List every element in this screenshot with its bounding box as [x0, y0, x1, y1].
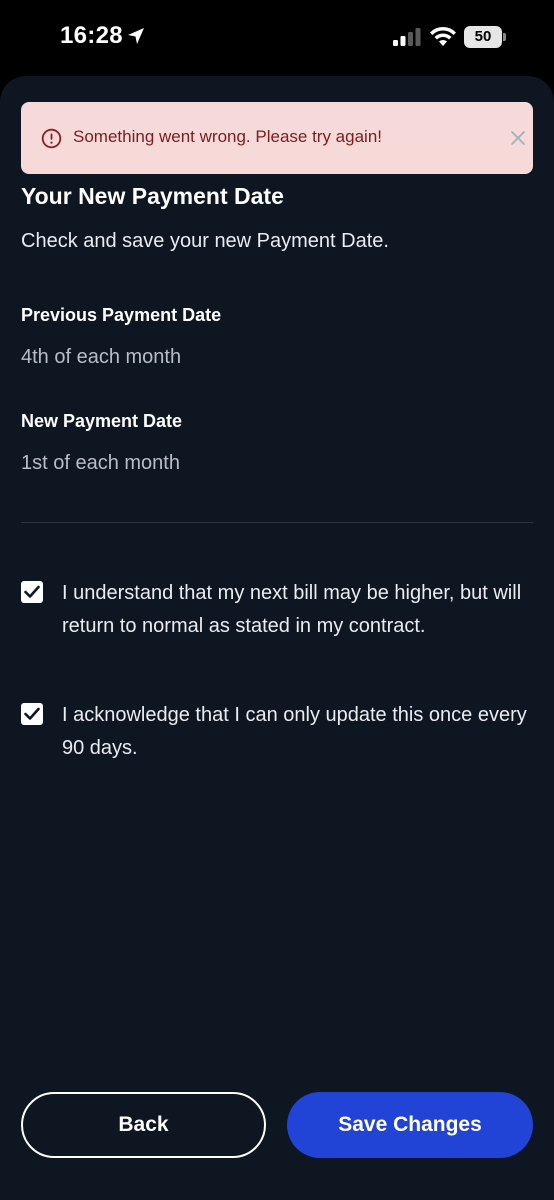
bill-understanding-text: I understand that my next bill may be hi… [62, 582, 522, 637]
app-screen: 16:28 50 Something went wrong. Please tr… [0, 0, 554, 1200]
bill-understanding-checkbox[interactable] [21, 581, 43, 603]
error-toast: Something went wrong. Please try again! [21, 102, 533, 174]
back-button[interactable]: Back [21, 1092, 266, 1158]
status-time: 16:28 [60, 22, 123, 49]
alert-circle-icon [41, 128, 62, 149]
update-frequency-text: I acknowledge that I can only update thi… [62, 704, 527, 759]
battery-indicator: 50 [464, 26, 508, 48]
section-divider [21, 522, 533, 523]
checkmark-icon [24, 707, 40, 720]
battery-cap [503, 33, 506, 41]
previous-date-value: 4th of each month [21, 346, 182, 368]
new-date-value: 1st of each month [21, 452, 180, 474]
battery-level: 50 [464, 26, 502, 48]
previous-date-label: Previous Payment Date [21, 305, 222, 325]
cellular-signal-icon [393, 28, 421, 46]
wifi-icon [430, 26, 456, 46]
location-arrow-icon [128, 28, 144, 44]
save-changes-button[interactable]: Save Changes [287, 1092, 533, 1158]
checkmark-icon [24, 585, 40, 598]
update-frequency-checkbox[interactable] [21, 703, 43, 725]
page-title: Your New Payment Date [21, 183, 284, 209]
error-message: Something went wrong. Please try again! [73, 127, 383, 146]
new-date-label: New Payment Date [21, 411, 183, 431]
page-subtitle: Check and save your new Payment Date. [21, 230, 389, 252]
close-icon[interactable] [508, 128, 528, 148]
status-bar: 16:28 50 [0, 0, 554, 76]
